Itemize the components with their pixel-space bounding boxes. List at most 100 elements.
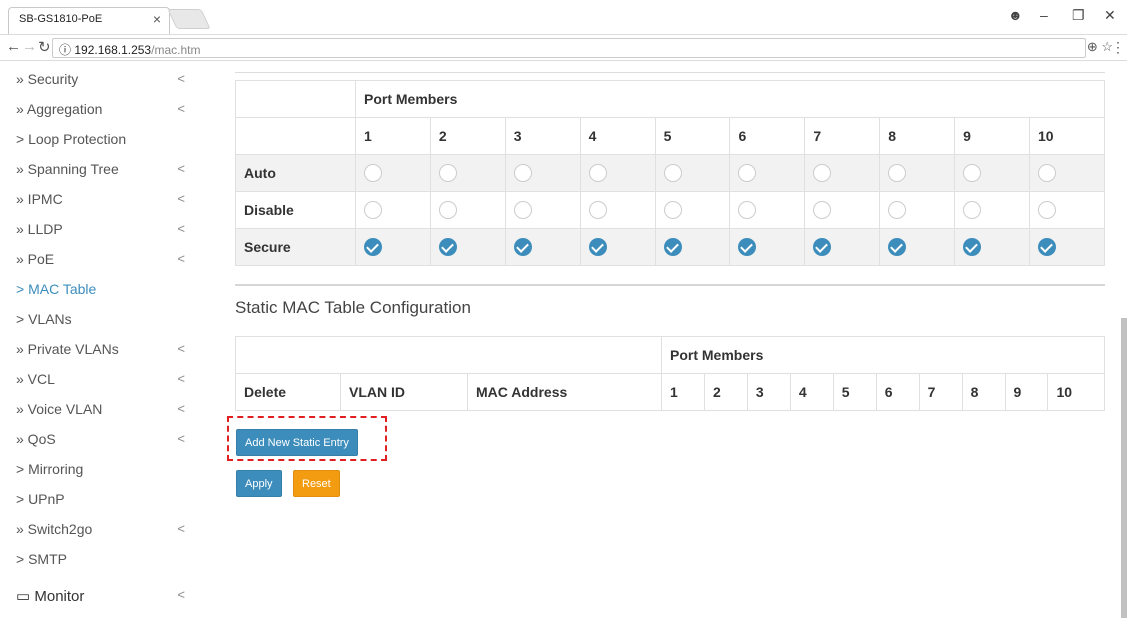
radio-unchecked-icon[interactable]	[438, 164, 457, 183]
radio-checked-icon[interactable]	[1038, 238, 1057, 257]
chevron-left-icon: <	[177, 191, 185, 206]
sidebar-item[interactable]: > Mirroring	[0, 456, 205, 486]
radio-unchecked-icon[interactable]	[1038, 164, 1057, 183]
radio-unchecked-icon[interactable]	[588, 201, 607, 220]
restore-icon[interactable]: ❐	[1072, 7, 1085, 24]
radio-unchecked-icon[interactable]	[738, 201, 757, 220]
sidebar-item[interactable]: » Aggregation <	[0, 96, 205, 126]
empty-cell	[235, 117, 356, 155]
reload-icon[interactable]: ↻	[38, 38, 51, 56]
back-arrow-icon[interactable]: ←	[6, 38, 21, 55]
sidebar-item[interactable]: > UPnP	[0, 486, 205, 516]
sidebar-item-label: > UPnP	[16, 491, 65, 507]
chevron-left-icon: <	[177, 521, 185, 536]
col-delete: Delete	[235, 373, 341, 411]
sidebar-item-label: > Mirroring	[16, 461, 84, 477]
sidebar-item-label: » LLDP	[16, 221, 63, 237]
scrollbar[interactable]	[1121, 318, 1127, 618]
mode-label: Disable	[235, 191, 356, 229]
sidebar-item[interactable]: » Spanning Tree <	[0, 156, 205, 186]
zoom-icon[interactable]: ⊕	[1087, 39, 1098, 54]
sidebar-item[interactable]: » VCL <	[0, 366, 205, 396]
sidebar-item[interactable]: » IPMC <	[0, 186, 205, 216]
radio-unchecked-icon[interactable]	[588, 164, 607, 183]
sidebar-item-label: » Aggregation	[16, 101, 103, 117]
radio-unchecked-icon[interactable]	[963, 201, 982, 220]
site-info-icon[interactable]: ⓘ	[59, 43, 71, 57]
port-number: 2	[429, 117, 506, 155]
radio-unchecked-icon[interactable]	[888, 201, 907, 220]
apply-button[interactable]: Apply	[236, 470, 282, 497]
port-number: 5	[832, 373, 877, 411]
browser-menu-icon[interactable]: ⋮	[1111, 39, 1125, 56]
mode-label: Secure	[235, 228, 356, 266]
radio-checked-icon[interactable]	[813, 238, 832, 257]
port-number: 7	[804, 117, 881, 155]
radio-checked-icon[interactable]	[738, 238, 757, 257]
radio-unchecked-icon[interactable]	[813, 201, 832, 220]
sidebar-item-label: » QoS	[16, 431, 56, 447]
radio-unchecked-icon[interactable]	[364, 164, 382, 183]
sidebar-item-monitor[interactable]: ▭ Monitor <	[0, 582, 205, 612]
radio-checked-icon[interactable]	[588, 238, 607, 257]
radio-checked-icon[interactable]	[888, 238, 907, 257]
new-tab-button[interactable]	[167, 9, 211, 29]
radio-unchecked-icon[interactable]	[364, 201, 382, 220]
sidebar-item[interactable]: » Switch2go <	[0, 516, 205, 546]
port-number: 9	[1004, 373, 1049, 411]
sidebar-item[interactable]: » LLDP <	[0, 216, 205, 246]
sidebar-item[interactable]: » PoE <	[0, 246, 205, 276]
url-input[interactable]: ⓘ 192.168.1.253/mac.htm	[52, 38, 1086, 58]
browser-tab[interactable]: SB-GS1810-PoE ×	[8, 7, 170, 34]
port-learning-table: Port Members 1 2 3 4 5 6 7 8 9 10 Auto Disable Secure	[235, 80, 1105, 266]
radio-unchecked-icon[interactable]	[663, 201, 682, 220]
radio-checked-icon[interactable]	[438, 238, 457, 257]
sidebar-item[interactable]: > MAC Table	[0, 276, 205, 306]
radio-unchecked-icon[interactable]	[738, 164, 757, 183]
radio-unchecked-icon[interactable]	[438, 201, 457, 220]
forward-arrow-icon[interactable]: →	[22, 38, 37, 55]
reset-button[interactable]: Reset	[293, 470, 340, 497]
port-number: 9	[954, 117, 1031, 155]
radio-checked-icon[interactable]	[364, 238, 382, 257]
sidebar-item[interactable]: > VLANs	[0, 306, 205, 336]
radio-checked-icon[interactable]	[513, 238, 532, 257]
sidebar-item[interactable]: » Private VLANs <	[0, 336, 205, 366]
radio-unchecked-icon[interactable]	[513, 164, 532, 183]
tab-close-icon[interactable]: ×	[153, 11, 161, 27]
close-window-icon[interactable]: ✕	[1104, 7, 1116, 24]
sidebar: » Security < » Aggregation < > Loop Protecti…	[0, 62, 205, 606]
sidebar-item[interactable]: > SMTP	[0, 546, 205, 576]
panel-divider	[235, 72, 1105, 73]
port-number: 3	[746, 373, 791, 411]
radio-unchecked-icon[interactable]	[513, 201, 532, 220]
radio-unchecked-icon[interactable]	[663, 164, 682, 183]
radio-unchecked-icon[interactable]	[888, 164, 907, 183]
port-members-header: Port Members	[661, 336, 1105, 374]
sidebar-item[interactable]: » QoS <	[0, 426, 205, 456]
chevron-left-icon: <	[177, 71, 185, 86]
radio-unchecked-icon[interactable]	[963, 164, 982, 183]
radio-checked-icon[interactable]	[663, 238, 682, 257]
profile-icon[interactable]: ☻	[1008, 7, 1023, 23]
add-new-static-entry-button[interactable]: Add New Static Entry	[236, 429, 358, 456]
minimize-icon[interactable]: –	[1040, 7, 1048, 23]
empty-cell	[235, 336, 662, 374]
radio-unchecked-icon[interactable]	[1038, 201, 1057, 220]
port-number: 8	[879, 117, 956, 155]
port-number: 6	[875, 373, 920, 411]
port-number: 1	[661, 373, 705, 411]
sidebar-item-label: Monitor	[34, 588, 85, 605]
chevron-left-icon: <	[177, 221, 185, 236]
static-section-title: Static MAC Table Configuration	[235, 298, 471, 317]
port-number: 4	[789, 373, 834, 411]
sidebar-item[interactable]: » Voice VLAN <	[0, 396, 205, 426]
sidebar-item-label: > VLANs	[16, 311, 72, 327]
sidebar-item-label: » Voice VLAN	[16, 401, 103, 417]
radio-unchecked-icon[interactable]	[813, 164, 832, 183]
sidebar-item[interactable]: > Loop Protection	[0, 126, 205, 156]
sidebar-item[interactable]: » Security <	[0, 66, 205, 96]
radio-checked-icon[interactable]	[963, 238, 982, 257]
sidebar-item-label: » IPMC	[16, 191, 63, 207]
sidebar-item-label: > MAC Table	[16, 281, 97, 297]
